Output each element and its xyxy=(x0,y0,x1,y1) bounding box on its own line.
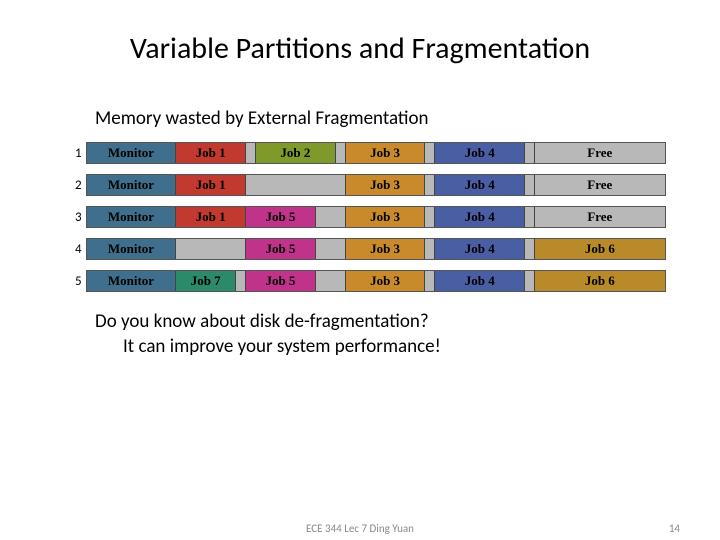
segment-gap xyxy=(176,239,246,259)
segment-gap xyxy=(336,143,346,163)
segment-job7: Job 7 xyxy=(176,271,236,291)
memory-bar: MonitorJob 1Job 5 Job 3 Job 4 Free xyxy=(86,206,666,228)
segment-gap xyxy=(316,239,346,259)
segment-monitor: Monitor xyxy=(87,271,177,291)
segment-gap xyxy=(525,143,535,163)
segment-job1: Job 1 xyxy=(176,143,246,163)
segment-monitor: Monitor xyxy=(87,175,177,195)
segment-gap xyxy=(425,239,435,259)
segment-gap xyxy=(316,207,346,227)
segment-job4: Job 4 xyxy=(435,239,525,259)
row-number: 3 xyxy=(75,210,82,225)
segment-gap xyxy=(236,271,246,291)
segment-job1: Job 1 xyxy=(176,175,246,195)
segment-gap xyxy=(525,175,535,195)
segment-job3: Job 3 xyxy=(346,271,426,291)
memory-row: 5MonitorJob 7Job 5Job 3Job 4Job 6 xyxy=(75,270,660,292)
row-number: 5 xyxy=(75,274,82,289)
memory-bar: Monitor Job 5 Job 3 Job 4 Job 6 xyxy=(86,238,666,260)
row-number: 2 xyxy=(75,178,82,193)
segment-gap xyxy=(525,239,535,259)
segment-job4: Job 4 xyxy=(435,175,525,195)
memory-bar: MonitorJob 1 Job 3 Job 4 Free xyxy=(86,174,666,196)
segment-gap xyxy=(425,207,435,227)
segment-gap xyxy=(425,175,435,195)
footer-course: ECE 344 Lec 7 Ding Yuan xyxy=(0,522,720,535)
row-number: 1 xyxy=(75,146,82,161)
segment-job5: Job 5 xyxy=(246,207,316,227)
segment-job4: Job 4 xyxy=(435,207,525,227)
segment-free: Free xyxy=(535,143,665,163)
memory-row: 1MonitorJob 1Job 2Job 3Job 4Free xyxy=(75,142,660,164)
segment-gap xyxy=(246,175,346,195)
segment-free: Free xyxy=(535,207,665,227)
segment-job1: Job 1 xyxy=(176,207,246,227)
segment-job3: Job 3 xyxy=(346,239,426,259)
bottom-text: Do you know about disk de-fragmentation?… xyxy=(95,310,680,359)
segment-job3: Job 3 xyxy=(346,143,426,163)
footer-page-number: 14 xyxy=(669,522,680,535)
memory-bar: MonitorJob 1 Job 2 Job 3 Job 4 Free xyxy=(86,142,666,164)
segment-job5: Job 5 xyxy=(246,239,316,259)
segment-job2: Job 2 xyxy=(256,143,336,163)
memory-row: 4MonitorJob 5Job 3Job 4Job 6 xyxy=(75,238,660,260)
segment-gap xyxy=(425,271,435,291)
segment-monitor: Monitor xyxy=(87,207,177,227)
memory-row: 2MonitorJob 1Job 3Job 4Free xyxy=(75,174,660,196)
segment-gap xyxy=(525,271,535,291)
bottom-line-1: Do you know about disk de-fragmentation? xyxy=(95,310,680,335)
segment-gap xyxy=(316,271,346,291)
segment-job6: Job 6 xyxy=(535,271,665,291)
slide-title: Variable Partitions and Fragmentation xyxy=(40,30,680,67)
segment-monitor: Monitor xyxy=(87,143,177,163)
segment-monitor: Monitor xyxy=(87,239,177,259)
segment-free: Free xyxy=(535,175,665,195)
segment-job4: Job 4 xyxy=(435,143,525,163)
segment-job3: Job 3 xyxy=(346,207,426,227)
bottom-line-2: It can improve your system performance! xyxy=(123,335,680,360)
segment-job4: Job 4 xyxy=(435,271,525,291)
segment-gap xyxy=(525,207,535,227)
slide-subtitle: Memory wasted by External Fragmentation xyxy=(95,107,680,130)
segment-job5: Job 5 xyxy=(246,271,316,291)
memory-row: 3MonitorJob 1Job 5Job 3Job 4Free xyxy=(75,206,660,228)
segment-gap xyxy=(246,143,256,163)
segment-gap xyxy=(425,143,435,163)
row-number: 4 xyxy=(75,242,82,257)
segment-job3: Job 3 xyxy=(346,175,426,195)
memory-bar: MonitorJob 7 Job 5 Job 3 Job 4 Job 6 xyxy=(86,270,666,292)
segment-job6: Job 6 xyxy=(535,239,665,259)
memory-rows: 1MonitorJob 1Job 2Job 3Job 4Free2Monitor… xyxy=(75,142,660,292)
